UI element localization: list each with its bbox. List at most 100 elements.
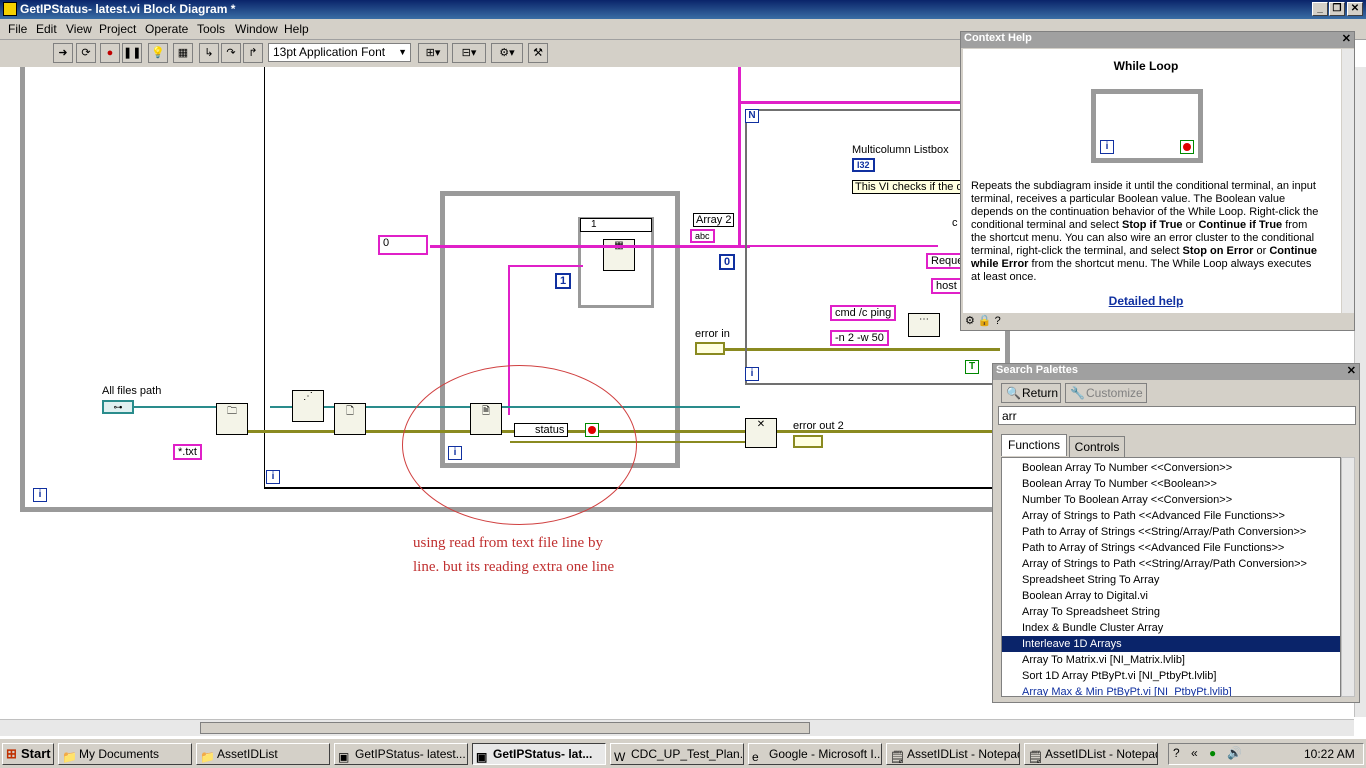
search-palettes-window[interactable]: Search Palettes ✕ 🔍Return 🔧Customize ▾ F… bbox=[992, 363, 1360, 703]
context-help-close-icon[interactable]: ✕ bbox=[1342, 32, 1351, 45]
volume-icon[interactable]: 🔊 bbox=[1227, 746, 1242, 760]
zero-index-constant[interactable]: 0 bbox=[719, 254, 736, 270]
palette-result-item[interactable]: Number To Boolean Array <<Conversion>> bbox=[1002, 492, 1340, 508]
palette-result-item[interactable]: Array Max & Min PtByPt.vi [NI_PtbyPt.lvl… bbox=[1002, 684, 1340, 696]
menu-operate[interactable]: Operate bbox=[145, 22, 188, 36]
step-into-icon[interactable]: ↳ bbox=[199, 43, 219, 63]
diagram-horizontal-scrollbar[interactable] bbox=[0, 719, 1354, 736]
font-selector[interactable]: 13pt Application Font ▼ bbox=[268, 43, 411, 62]
restore-button[interactable]: ❐ bbox=[1329, 2, 1345, 16]
menu-view[interactable]: View bbox=[66, 22, 92, 36]
close-file-node[interactable]: ✕ bbox=[745, 418, 777, 448]
highlight-execution-icon[interactable]: 💡 bbox=[148, 43, 168, 63]
concatenate-strings-node[interactable]: ⋯ bbox=[908, 313, 940, 337]
palette-search-input[interactable] bbox=[998, 406, 1356, 425]
all-files-path-label: All files path bbox=[102, 385, 162, 397]
host-constant[interactable]: host bbox=[931, 278, 962, 294]
reorder-icon[interactable]: ⚙▾ bbox=[491, 43, 523, 63]
task-my-documents[interactable]: 📁 My Documents bbox=[58, 743, 192, 765]
menu-project[interactable]: Project bbox=[99, 22, 136, 36]
palette-result-item[interactable]: Boolean Array to Digital.vi bbox=[1002, 588, 1340, 604]
case-selector[interactable]: 1 bbox=[580, 218, 652, 232]
menu-edit[interactable]: Edit bbox=[36, 22, 57, 36]
build-array-node[interactable]: ▦ bbox=[603, 239, 635, 271]
menu-tools[interactable]: Tools bbox=[197, 22, 225, 36]
index-array-node[interactable]: ⋰ bbox=[292, 390, 324, 422]
all-files-path-control[interactable]: ⊶ bbox=[102, 400, 134, 414]
task-assetidlist-folder[interactable]: 📁 AssetIDList bbox=[196, 743, 330, 765]
list-folder-node[interactable]: 🗀 bbox=[216, 403, 248, 435]
palette-result-item[interactable]: Array To Matrix.vi [NI_Matrix.lvlib] bbox=[1002, 652, 1340, 668]
folder-icon: 📁 bbox=[200, 750, 215, 764]
context-help-body: While Loop i Repeats the subdiagram insi… bbox=[963, 49, 1341, 313]
palette-result-item[interactable]: Interleave 1D Arrays bbox=[1002, 636, 1340, 652]
open-file-node[interactable]: 🗋 bbox=[334, 403, 366, 435]
network-icon[interactable]: ● bbox=[1209, 746, 1216, 760]
palette-result-item[interactable]: Path to Array of Strings <<Advanced File… bbox=[1002, 540, 1340, 556]
lock-icon[interactable]: ⚙ 🔒 ? bbox=[965, 314, 1001, 327]
horizontal-scroll-thumb[interactable] bbox=[200, 722, 810, 734]
task-cdc-test-plan[interactable]: W CDC_UP_Test_Plan... bbox=[610, 743, 744, 765]
search-palettes-titlebar: Search Palettes ✕ bbox=[993, 364, 1359, 380]
menu-help[interactable]: Help bbox=[284, 22, 309, 36]
run-button[interactable]: ➜ bbox=[53, 43, 73, 63]
toolbar: ➜ ⟳ ● ❚❚ 💡 ▦ ↳ ↷ ↱ ⊞▾ ⊟▾ ⚙▾ ⚒ bbox=[0, 40, 960, 67]
cmd-ping-constant[interactable]: cmd /c ping bbox=[830, 305, 897, 321]
task-google-ie[interactable]: e Google - Microsoft I... bbox=[748, 743, 882, 765]
align-objects-icon[interactable]: ⊞▾ bbox=[418, 43, 448, 63]
error-out-2-indicator bbox=[793, 435, 823, 448]
return-button[interactable]: 🔍 Return bbox=[1001, 383, 1061, 403]
palette-result-item[interactable]: Array of Strings to Path <<Advanced File… bbox=[1002, 508, 1340, 524]
step-over-icon[interactable]: ↷ bbox=[221, 43, 241, 63]
run-continuously-button[interactable]: ⟳ bbox=[76, 43, 96, 63]
palette-results-scrollbar[interactable] bbox=[1341, 457, 1355, 697]
customize-button[interactable]: 🔧Customize ▾ bbox=[1065, 383, 1147, 418]
help-icon[interactable]: ? bbox=[1173, 746, 1180, 760]
palette-result-item[interactable]: Sort 1D Array PtByPt.vi [NI_PtbyPt.lvlib… bbox=[1002, 668, 1340, 684]
labview-icon: ▣ bbox=[476, 750, 488, 764]
task-notepad-1[interactable]: 🗒 AssetIDList - Notepad bbox=[886, 743, 1020, 765]
menu-file[interactable]: File bbox=[8, 22, 27, 36]
palette-result-item[interactable]: Array of Strings to Path <<String/Array/… bbox=[1002, 556, 1340, 572]
task-notepad-2[interactable]: 🗒 AssetIDList - Notepad bbox=[1024, 743, 1158, 765]
pause-button[interactable]: ❚❚ bbox=[122, 43, 142, 63]
retain-wire-values-icon[interactable]: ▦ bbox=[173, 43, 193, 63]
inner-frame-bottom-border bbox=[264, 487, 994, 489]
palette-result-item[interactable]: Array To Spreadsheet String bbox=[1002, 604, 1340, 620]
abort-button[interactable]: ● bbox=[100, 43, 120, 63]
error-in-control[interactable] bbox=[695, 342, 725, 355]
cleanup-diagram-icon[interactable]: ⚒ bbox=[528, 43, 548, 63]
txt-pattern-constant[interactable]: *.txt bbox=[173, 444, 202, 460]
true-constant[interactable]: T bbox=[965, 360, 979, 374]
tab-controls[interactable]: Controls bbox=[1069, 436, 1125, 458]
annotation-line-1: using read from text file line by bbox=[413, 535, 603, 551]
one-constant[interactable]: 1 bbox=[555, 273, 572, 289]
minimize-button[interactable]: _ bbox=[1312, 2, 1328, 16]
palette-result-item[interactable]: Spreadsheet String To Array bbox=[1002, 572, 1340, 588]
listbox-terminal[interactable]: I32 bbox=[852, 158, 875, 172]
context-help-window[interactable]: Context Help ✕ While Loop i Repeats the … bbox=[960, 31, 1355, 331]
context-help-scrollbar[interactable] bbox=[1342, 49, 1354, 313]
palette-result-item[interactable]: Path to Array of Strings <<String/Array/… bbox=[1002, 524, 1340, 540]
internet-explorer-icon: e bbox=[752, 750, 759, 764]
tray-chevron-icon[interactable]: « bbox=[1191, 746, 1198, 760]
step-out-icon[interactable]: ↱ bbox=[243, 43, 263, 63]
start-button[interactable]: ⊞ Start bbox=[2, 743, 54, 765]
labview-icon bbox=[3, 2, 17, 16]
while-loop-stop-icon bbox=[1180, 140, 1194, 154]
task-getipstatus-2[interactable]: ▣ GetIPStatus- lat... bbox=[472, 743, 606, 765]
task-getipstatus-1[interactable]: ▣ GetIPStatus- latest... bbox=[334, 743, 468, 765]
palette-result-item[interactable]: Boolean Array To Number <<Boolean>> bbox=[1002, 476, 1340, 492]
menu-window[interactable]: Window bbox=[235, 22, 278, 36]
palette-results-list[interactable]: Boolean Array To Number <<Conversion>> Bo… bbox=[1001, 457, 1341, 697]
ping-args-constant[interactable]: -n 2 -w 50 bbox=[830, 330, 889, 346]
detailed-help-link[interactable]: Detailed help bbox=[963, 294, 1329, 308]
distribute-objects-icon[interactable]: ⊟▾ bbox=[452, 43, 486, 63]
palette-result-item[interactable]: Boolean Array To Number <<Conversion>> bbox=[1002, 460, 1340, 476]
palette-result-item[interactable]: Index & Bundle Cluster Array bbox=[1002, 620, 1340, 636]
empty-string-array-constant[interactable]: 0 bbox=[378, 235, 428, 255]
close-button[interactable]: ✕ bbox=[1347, 2, 1363, 16]
search-palettes-close-icon[interactable]: ✕ bbox=[1347, 364, 1356, 377]
tab-functions[interactable]: Functions bbox=[1001, 434, 1067, 456]
clock[interactable]: 10:22 AM bbox=[1304, 747, 1355, 761]
